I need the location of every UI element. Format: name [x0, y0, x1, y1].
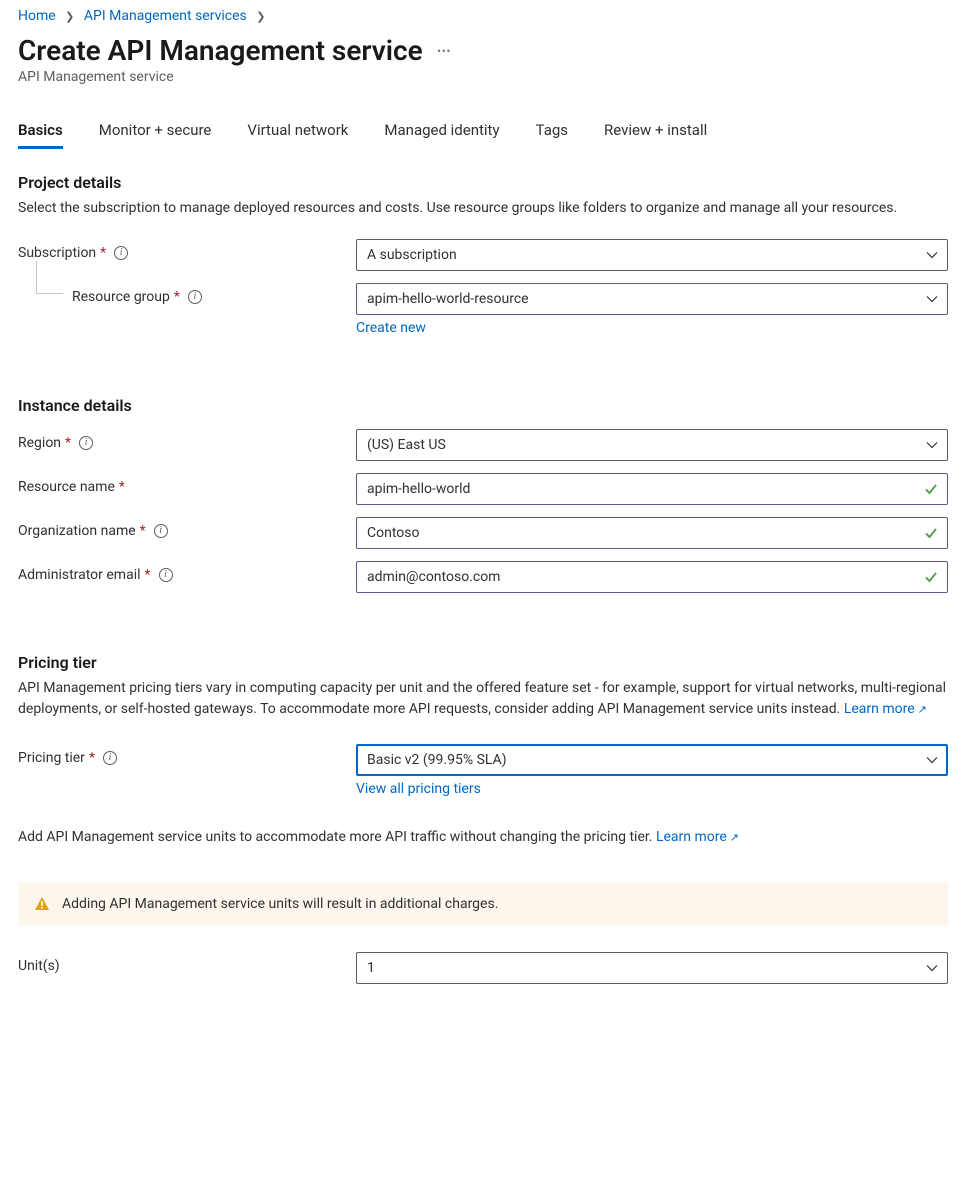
required-icon: *: [145, 567, 151, 583]
required-icon: *: [140, 523, 146, 539]
resource-group-select[interactable]: [356, 283, 948, 315]
info-icon[interactable]: [103, 751, 117, 765]
chevron-right-icon: ❯: [65, 10, 74, 23]
pricing-tier-label: Pricing tier *: [18, 744, 356, 766]
breadcrumb-apim-services[interactable]: API Management services: [84, 8, 247, 24]
tab-review-install[interactable]: Review + install: [604, 115, 707, 149]
tab-basics[interactable]: Basics: [18, 115, 63, 149]
external-link-icon: ↗: [918, 703, 927, 716]
create-new-link[interactable]: Create new: [356, 320, 426, 336]
chevron-right-icon: ❯: [256, 10, 265, 23]
tab-managed-identity[interactable]: Managed identity: [384, 115, 499, 149]
warning-banner: Adding API Management service units will…: [18, 882, 948, 926]
view-all-pricing-tiers-link[interactable]: View all pricing tiers: [356, 781, 481, 797]
region-select[interactable]: [356, 429, 948, 461]
required-icon: *: [65, 435, 71, 451]
page-title: Create API Management service ⋯: [18, 34, 948, 67]
subscription-select[interactable]: [356, 239, 948, 271]
info-icon[interactable]: [188, 290, 202, 304]
admin-email-input[interactable]: [356, 561, 948, 593]
resource-name-label: Resource name *: [18, 473, 356, 495]
tab-monitor-secure[interactable]: Monitor + secure: [99, 115, 212, 149]
instance-details-heading: Instance details: [18, 396, 948, 415]
info-icon[interactable]: [79, 436, 93, 450]
tab-tags[interactable]: Tags: [536, 115, 568, 149]
organization-name-input[interactable]: [356, 517, 948, 549]
pricing-tier-select[interactable]: [356, 744, 948, 776]
units-select[interactable]: [356, 952, 948, 984]
pricing-tier-heading: Pricing tier: [18, 653, 948, 672]
required-icon: *: [119, 479, 125, 495]
breadcrumb: Home ❯ API Management services ❯: [18, 8, 948, 24]
required-icon: *: [100, 245, 106, 261]
units-desc: Add API Management service units to acco…: [18, 827, 948, 848]
required-icon: *: [89, 750, 95, 766]
info-icon[interactable]: [114, 246, 128, 260]
breadcrumb-home[interactable]: Home: [18, 8, 56, 24]
region-label: Region *: [18, 429, 356, 451]
subscription-label: Subscription *: [18, 239, 356, 261]
resource-name-input[interactable]: [356, 473, 948, 505]
info-icon[interactable]: [154, 524, 168, 538]
organization-name-label: Organization name *: [18, 517, 356, 539]
resource-group-label: Resource group *: [18, 283, 356, 305]
external-link-icon: ↗: [730, 831, 739, 844]
page-subtitle: API Management service: [18, 69, 948, 85]
units-label: Unit(s): [18, 952, 356, 974]
warning-icon: [34, 896, 50, 912]
pricing-tier-desc: API Management pricing tiers vary in com…: [18, 678, 948, 720]
admin-email-label: Administrator email *: [18, 561, 356, 583]
more-icon[interactable]: ⋯: [437, 43, 453, 59]
warning-text: Adding API Management service units will…: [62, 896, 498, 912]
learn-more-link[interactable]: Learn more↗: [844, 701, 927, 717]
learn-more-link[interactable]: Learn more↗: [656, 829, 739, 845]
info-icon[interactable]: [159, 568, 173, 582]
required-icon: *: [174, 289, 180, 305]
tabs: Basics Monitor + secure Virtual network …: [18, 115, 948, 149]
project-details-desc: Select the subscription to manage deploy…: [18, 198, 948, 219]
tab-virtual-network[interactable]: Virtual network: [247, 115, 348, 149]
project-details-heading: Project details: [18, 173, 948, 192]
